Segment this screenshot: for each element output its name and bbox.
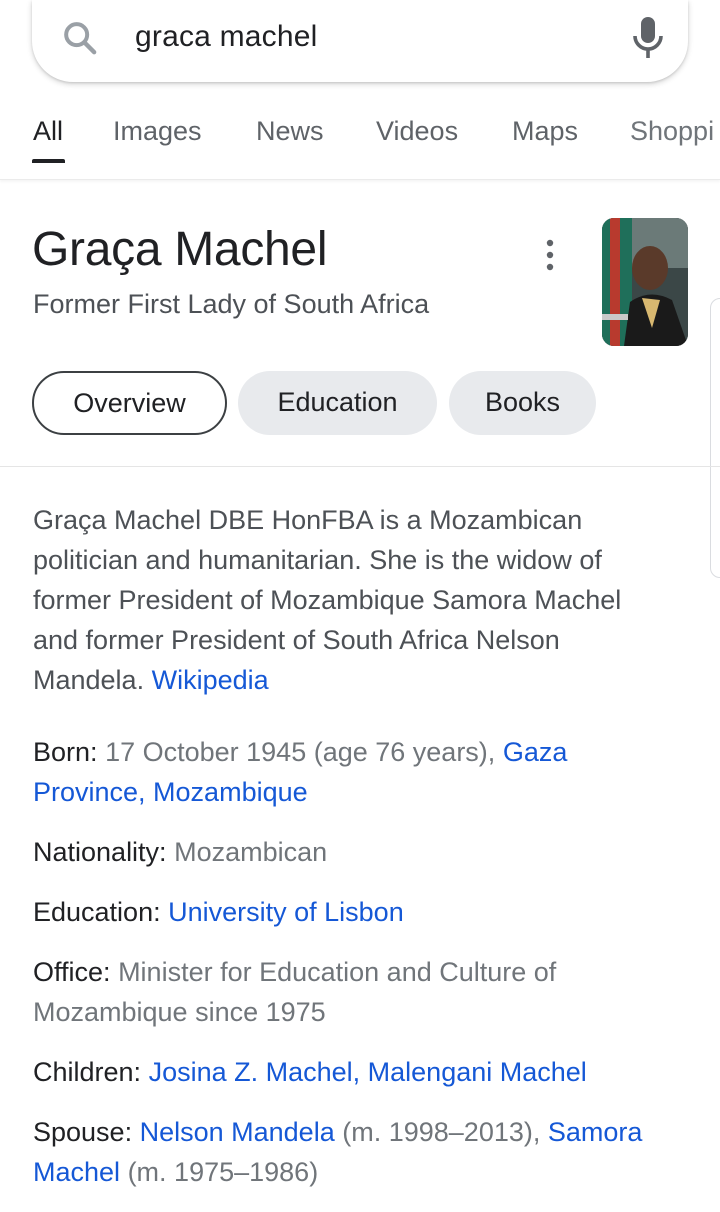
side-panel-handle[interactable] <box>710 298 720 578</box>
fact-nationality: Nationality: Mozambican <box>33 832 683 872</box>
fact-value: Minister for Education and Culture of Mo… <box>33 957 557 1027</box>
chip-education[interactable]: Education <box>238 371 437 435</box>
tab-images[interactable]: Images <box>113 116 202 147</box>
wikipedia-link[interactable]: Wikipedia <box>152 665 269 695</box>
fact-key: Children: <box>33 1057 142 1087</box>
tab-news[interactable]: News <box>256 116 324 147</box>
fact-children: Children: Josina Z. Machel, Malengani Ma… <box>33 1052 683 1092</box>
fact-value: Mozambican <box>174 837 328 867</box>
tab-shopping[interactable]: Shoppi <box>630 116 714 147</box>
panel-title: Graça Machel <box>32 223 328 276</box>
search-input[interactable]: graca machel <box>135 20 318 54</box>
spouse-link-mandela[interactable]: Nelson Mandela <box>140 1117 335 1147</box>
microphone-icon[interactable] <box>632 16 664 60</box>
fact-value: 17 October 1945 (age 76 years), <box>105 737 496 767</box>
fact-key: Nationality: <box>33 837 167 867</box>
profile-photo[interactable] <box>602 218 688 346</box>
search-tabs: All Images News Videos Maps Shoppi <box>0 100 720 180</box>
active-tab-indicator <box>32 159 65 163</box>
panel-description: Graça Machel DBE HonFBA is a Mozambican … <box>33 500 673 700</box>
panel-subtitle: Former First Lady of South Africa <box>33 289 430 319</box>
search-icon[interactable] <box>60 18 100 58</box>
tab-all[interactable]: All <box>33 116 63 147</box>
fact-education: Education: University of Lisbon <box>33 892 683 932</box>
fact-key: Education: <box>33 897 161 927</box>
more-vert-icon[interactable] <box>537 238 563 272</box>
description-text: Graça Machel DBE HonFBA is a Mozambican … <box>33 505 622 695</box>
fact-spouse: Spouse: Nelson Mandela (m. 1998–2013), S… <box>33 1112 683 1192</box>
fact-office: Office: Minister for Education and Cultu… <box>33 952 593 1032</box>
education-link[interactable]: University of Lisbon <box>168 897 404 927</box>
fact-key: Spouse: <box>33 1117 133 1147</box>
fact-key: Born: <box>33 737 98 767</box>
tab-videos[interactable]: Videos <box>376 116 458 147</box>
fact-born: Born: 17 October 1945 (age 76 years), Ga… <box>33 732 683 812</box>
fact-value: (m. 1975–1986) <box>127 1157 319 1187</box>
fact-key: Office: <box>33 957 111 987</box>
fact-value: (m. 1998–2013), <box>342 1117 541 1147</box>
children-link[interactable]: Josina Z. Machel, Malengani Machel <box>149 1057 587 1087</box>
chip-books[interactable]: Books <box>449 371 596 435</box>
search-bar[interactable]: graca machel <box>32 0 688 82</box>
divider <box>0 466 720 467</box>
tab-maps[interactable]: Maps <box>512 116 578 147</box>
chip-overview[interactable]: Overview <box>32 371 227 435</box>
